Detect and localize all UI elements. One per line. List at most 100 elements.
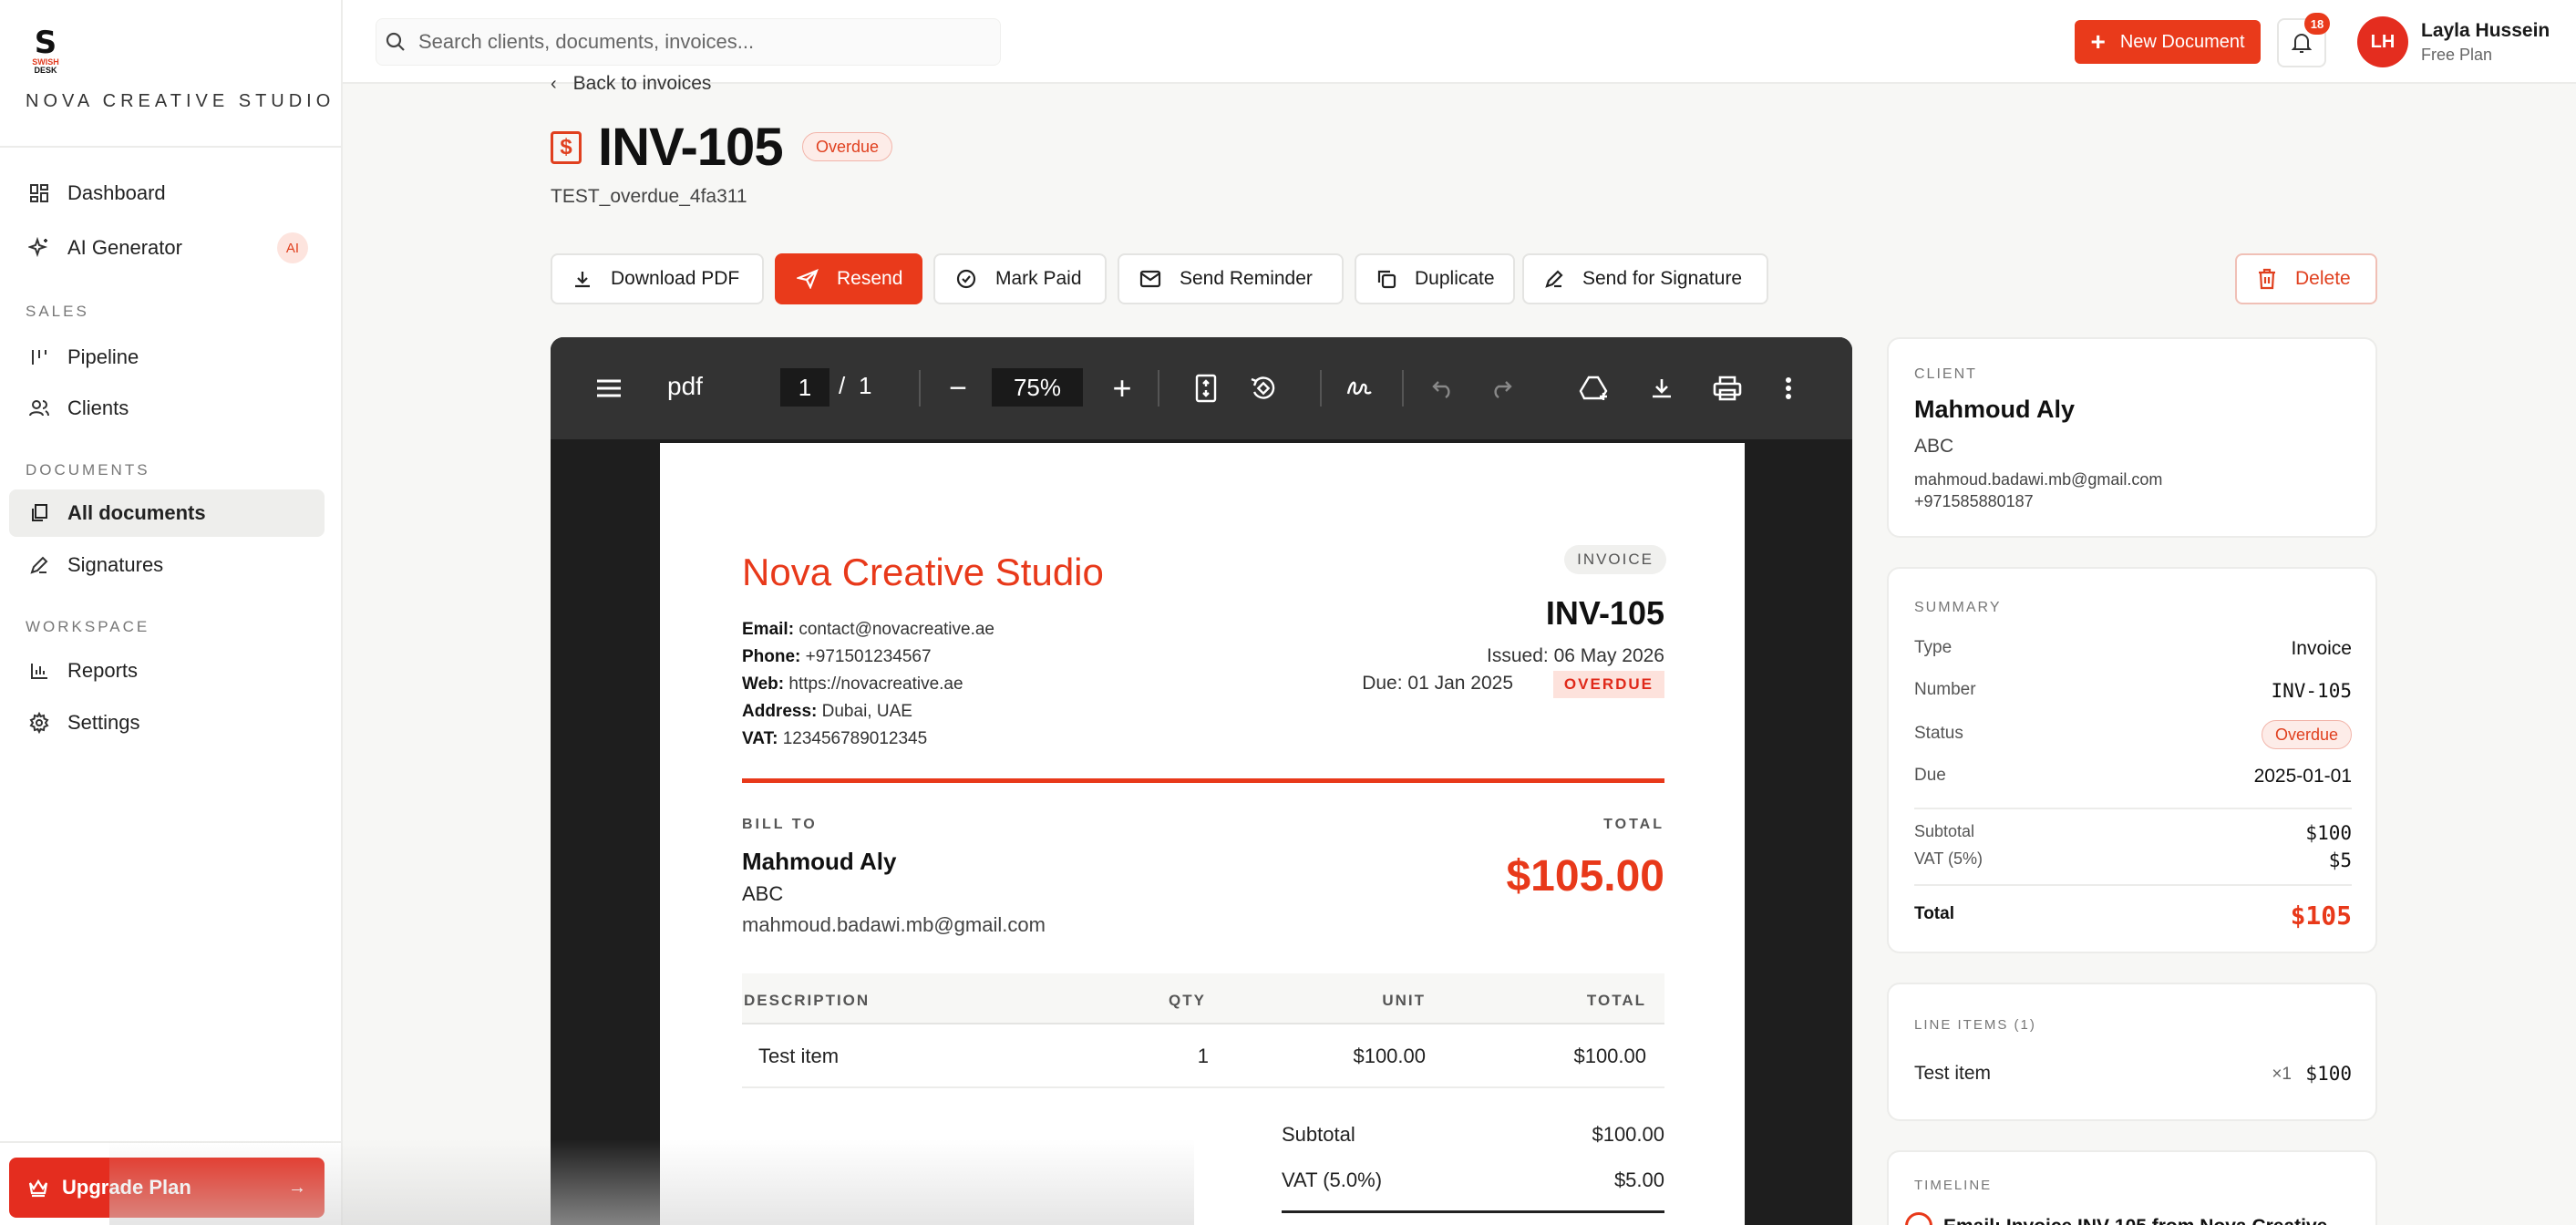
- pdf-info-address: Address: Dubai, UAE: [742, 702, 912, 722]
- search-input[interactable]: [418, 30, 965, 54]
- new-document-button[interactable]: + New Document: [2075, 20, 2261, 64]
- mark-paid-button[interactable]: Mark Paid: [933, 253, 1107, 304]
- page-subtitle: TEST_overdue_4fa311: [551, 186, 747, 207]
- sidebar-item-all-documents[interactable]: All documents: [9, 489, 325, 537]
- print-icon[interactable]: [1710, 370, 1745, 407]
- summary-value: $5: [2328, 849, 2352, 871]
- add-to-drive-icon[interactable]: [1577, 370, 1613, 407]
- sidebar-divider: [0, 146, 341, 148]
- send-icon: [797, 269, 819, 289]
- client-phone: +971585880187: [1914, 492, 2034, 510]
- pdf-company-name: Nova Creative Studio: [742, 551, 1104, 593]
- summary-divider: [1914, 884, 2352, 886]
- sidebar-item-pipeline[interactable]: Pipeline: [9, 334, 325, 381]
- info-value: contact@novacreative.ae: [799, 620, 994, 639]
- zoom-in-icon[interactable]: +: [1107, 369, 1138, 407]
- documents-icon: [27, 501, 51, 525]
- th-description: DESCRIPTION: [744, 992, 871, 1009]
- toolbar-divider: [1158, 370, 1159, 407]
- summary-key: Subtotal: [1914, 822, 1975, 840]
- download-pdf-button[interactable]: Download PDF: [551, 253, 764, 304]
- pdf-bill-to-label: BILL TO: [742, 817, 818, 832]
- timeline-entry: Email: Invoice INV-105 from Nova Creativ…: [1943, 1216, 2327, 1225]
- pdf-client-email: mahmoud.badawi.mb@gmail.com: [742, 913, 1046, 936]
- ai-badge: AI: [277, 232, 308, 263]
- pdf-due-date: Due: 01 Jan 2025: [1362, 673, 1513, 694]
- draw-icon[interactable]: [1344, 370, 1375, 407]
- sidebar-item-label: Dashboard: [67, 181, 166, 204]
- summary-value: Invoice: [2291, 638, 2352, 659]
- sidebar-item-ai-generator[interactable]: AI Generator AI: [9, 224, 325, 272]
- send-for-signature-button[interactable]: Send for Signature: [1522, 253, 1768, 304]
- avatar[interactable]: LH: [2357, 16, 2408, 67]
- crown-icon: [27, 1178, 49, 1198]
- client-company: ABC: [1914, 436, 1954, 457]
- search-icon: [386, 32, 406, 52]
- search-box[interactable]: [376, 18, 1001, 66]
- pdf-info-email: Email: contact@novacreative.ae: [742, 620, 994, 640]
- undo-icon[interactable]: [1427, 370, 1458, 407]
- info-value: +971501234567: [805, 647, 932, 666]
- chevron-left-icon: ‹: [551, 73, 557, 94]
- timeline-card: TIMELINE Email: Invoice INV-105 from Nov…: [1887, 1150, 2377, 1225]
- sidebar-item-clients[interactable]: Clients: [9, 385, 325, 432]
- sidebar-item-reports[interactable]: Reports: [9, 647, 325, 695]
- duplicate-button[interactable]: Duplicate: [1355, 253, 1515, 304]
- sidebar-item-dashboard[interactable]: Dashboard: [9, 170, 325, 217]
- download-pdf-label: Download PDF: [611, 268, 740, 289]
- pdf-client-name: Mahmoud Aly: [742, 848, 897, 875]
- timeline-dot-icon: [1905, 1212, 1932, 1225]
- summary-key: Total: [1914, 904, 1954, 923]
- pdf-vat-label: VAT (5.0%): [1282, 1168, 1383, 1191]
- fit-page-icon[interactable]: [1192, 370, 1220, 407]
- pdf-viewer: pdf 1 / 1 − 75% + Nova Creative Studio E…: [551, 337, 1852, 1225]
- nav-section-workspace: WORKSPACE: [26, 618, 150, 635]
- summary-value: 2025-01-01: [2253, 766, 2352, 787]
- pdf-info-phone: Phone: +971501234567: [742, 647, 932, 667]
- pdf-table-header: DESCRIPTION QTY UNIT TOTAL: [742, 973, 1664, 1024]
- info-value: 123456789012345: [782, 729, 928, 748]
- client-name[interactable]: Mahmoud Aly: [1914, 396, 2075, 424]
- client-card: CLIENT Mahmoud Aly ABC mahmoud.badawi.mb…: [1887, 337, 2377, 538]
- zoom-level[interactable]: 75%: [992, 368, 1083, 407]
- resend-button[interactable]: Resend: [775, 253, 922, 304]
- page-number-input[interactable]: 1: [780, 368, 829, 407]
- brand-logo[interactable]: S SWISH DESK: [26, 27, 66, 75]
- sidebar-item-signatures[interactable]: Signatures: [9, 541, 325, 589]
- rotate-icon[interactable]: [1247, 370, 1280, 407]
- pdf-info-web: Web: https://novacreative.ae: [742, 674, 963, 695]
- summary-divider: [1914, 808, 2352, 809]
- send-for-signature-label: Send for Signature: [1582, 268, 1743, 289]
- pdf-total-label: TOTAL: [1603, 817, 1664, 832]
- user-name[interactable]: Layla Hussein: [2421, 20, 2550, 42]
- pdf-page-fade: [109, 1139, 1194, 1225]
- card-label: TIMELINE: [1914, 1178, 1993, 1193]
- td-unit: $100.00: [1353, 1045, 1426, 1067]
- redo-icon[interactable]: [1486, 370, 1517, 407]
- line-items-card: LINE ITEMS (1) Test item ×1 $100: [1887, 983, 2377, 1121]
- delete-button[interactable]: Delete: [2235, 253, 2377, 304]
- download-icon[interactable]: [1646, 370, 1677, 407]
- send-reminder-label: Send Reminder: [1180, 268, 1313, 289]
- client-email[interactable]: mahmoud.badawi.mb@gmail.com: [1914, 470, 2162, 489]
- pdf-subtotal-label: Subtotal: [1282, 1123, 1355, 1146]
- back-link[interactable]: ‹ Back to invoices: [551, 73, 711, 95]
- toolbar-divider: [1402, 370, 1404, 407]
- send-reminder-button[interactable]: Send Reminder: [1118, 253, 1344, 304]
- zoom-out-icon[interactable]: −: [943, 370, 974, 407]
- pdf-title: pdf: [667, 372, 703, 400]
- summary-row-subtotal: Subtotal $100: [1914, 822, 2352, 848]
- page-separator: /: [839, 372, 846, 399]
- more-vertical-icon[interactable]: [1779, 370, 1798, 407]
- pdf-doc-type: INVOICE: [1564, 545, 1666, 574]
- sidebar-item-label: Signatures: [67, 553, 164, 576]
- invoice-icon: $: [551, 131, 582, 164]
- pdf-accent-rule: [742, 778, 1664, 783]
- sidebar-item-settings[interactable]: Settings: [9, 699, 325, 746]
- summary-row-status: Status Overdue: [1914, 720, 2352, 751]
- card-label: SUMMARY: [1914, 600, 2002, 615]
- workspace-name: NOVA CREATIVE STUDIO: [26, 91, 335, 111]
- line-item-qty: ×1: [2272, 1065, 2292, 1084]
- th-total: TOTAL: [1586, 992, 1646, 1009]
- menu-icon[interactable]: [592, 370, 625, 407]
